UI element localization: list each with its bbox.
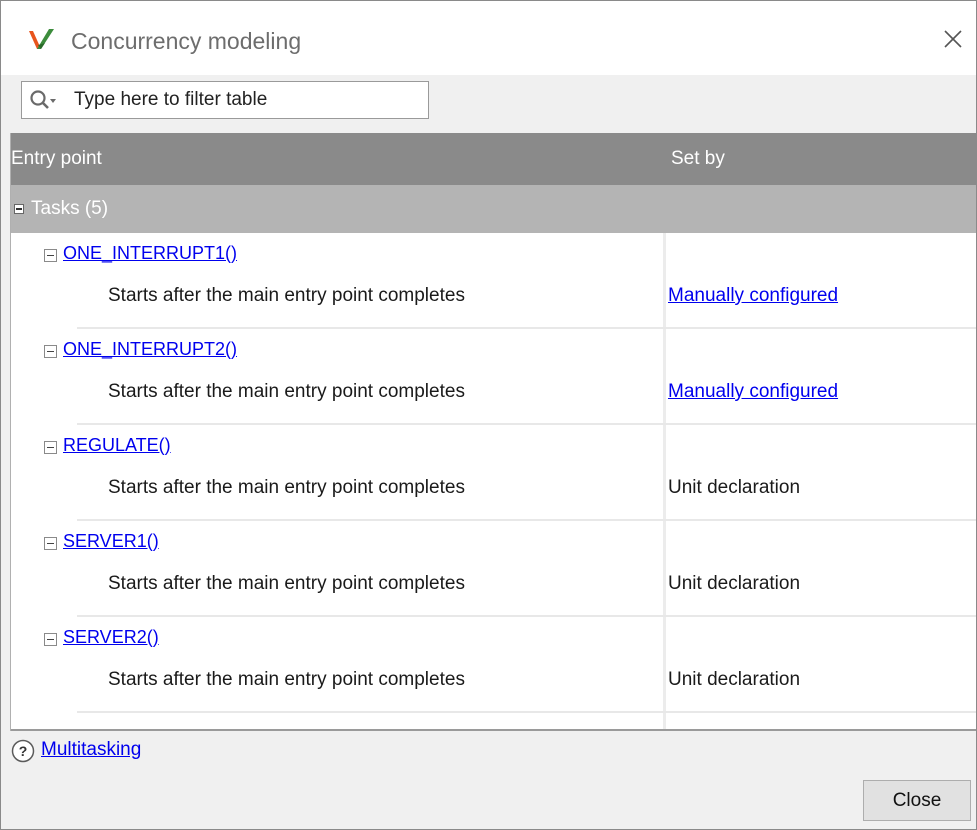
entry-point-link[interactable]: SERVER1() — [63, 531, 159, 552]
help-icon[interactable]: ? — [11, 739, 35, 763]
table-row: ONE_INTERRUPT2() Starts after the main e… — [11, 329, 976, 425]
table-bottom-border — [11, 729, 976, 731]
collapse-icon[interactable] — [44, 633, 57, 646]
column-header-set-by[interactable]: Set by — [671, 148, 725, 170]
filter-input[interactable] — [74, 86, 424, 114]
close-icon[interactable] — [940, 26, 966, 52]
entry-points-table: Entry point Set by Tasks (5) ONE_INTERRU… — [11, 133, 976, 729]
help-link-multitasking[interactable]: Multitasking — [41, 739, 141, 761]
table-row: SERVER2() Starts after the main entry po… — [11, 617, 976, 713]
table-header: Entry point Set by — [11, 133, 976, 185]
svg-text:?: ? — [19, 743, 28, 759]
concurrency-modeling-dialog: Concurrency modeling Entry point Set by … — [0, 0, 977, 830]
search-icon[interactable] — [28, 88, 62, 112]
set-by-value: Unit declaration — [668, 573, 801, 594]
entry-description: Starts after the main entry point comple… — [108, 381, 465, 402]
collapse-icon[interactable] — [44, 345, 57, 358]
entry-point-link[interactable]: SERVER2() — [63, 627, 159, 648]
column-header-entry-point[interactable]: Entry point — [11, 148, 102, 170]
row-divider — [77, 711, 976, 713]
set-by-link[interactable]: Manually configured — [668, 381, 838, 403]
group-label: Tasks (5) — [31, 198, 109, 219]
table-row: SERVER1() Starts after the main entry po… — [11, 521, 976, 617]
table-row: REGULATE() Starts after the main entry p… — [11, 425, 976, 521]
entry-point-link[interactable]: ONE_INTERRUPT2() — [63, 339, 237, 360]
title-bar: Concurrency modeling — [1, 1, 976, 75]
collapse-icon[interactable] — [14, 204, 24, 214]
entry-point-link[interactable]: REGULATE() — [63, 435, 171, 456]
set-by-value: Unit declaration — [668, 477, 801, 498]
entry-point-link[interactable]: ONE_INTERRUPT1() — [63, 243, 237, 264]
entry-description: Starts after the main entry point comple… — [108, 477, 465, 498]
close-button[interactable]: Close — [863, 780, 971, 821]
group-row-tasks[interactable]: Tasks (5) — [11, 185, 976, 233]
entry-description: Starts after the main entry point comple… — [108, 285, 465, 306]
set-by-link[interactable]: Manually configured — [668, 285, 838, 307]
filter-field[interactable] — [21, 81, 429, 119]
window-title: Concurrency modeling — [71, 28, 302, 54]
collapse-icon[interactable] — [44, 441, 57, 454]
entry-description: Starts after the main entry point comple… — [108, 573, 465, 594]
collapse-icon[interactable] — [44, 249, 57, 262]
entry-description: Starts after the main entry point comple… — [108, 669, 465, 690]
set-by-value: Unit declaration — [668, 669, 801, 690]
collapse-icon[interactable] — [44, 537, 57, 550]
app-logo-icon — [29, 29, 54, 49]
table-row: ONE_INTERRUPT1() Starts after the main e… — [11, 233, 976, 329]
